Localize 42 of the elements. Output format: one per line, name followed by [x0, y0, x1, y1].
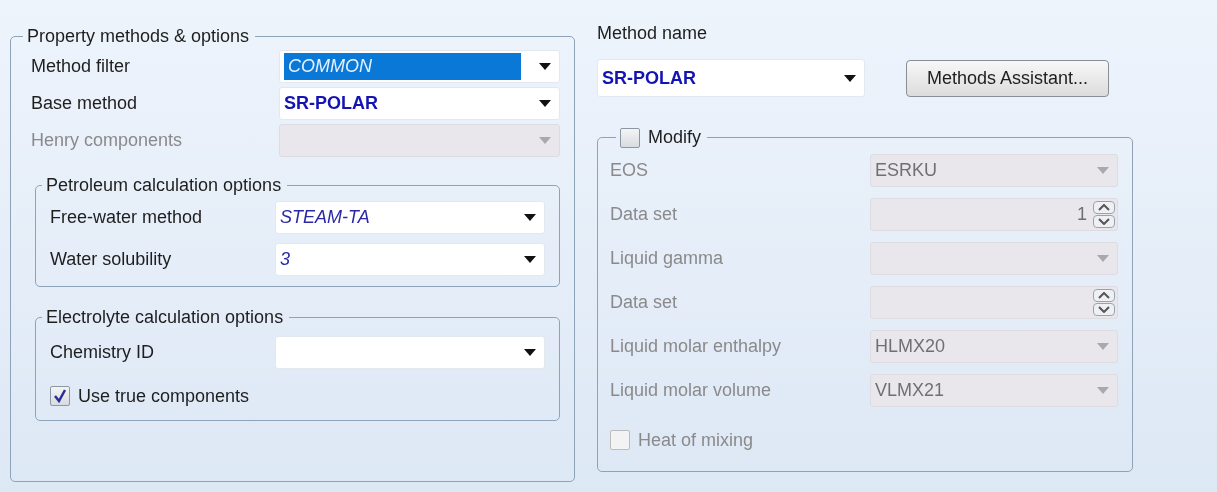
checkbox[interactable]	[50, 386, 70, 407]
caret-icon	[539, 99, 551, 107]
chevron-down-icon	[1098, 306, 1110, 314]
field-label: Base method	[31, 91, 139, 115]
checkbox-label: Modify	[648, 127, 701, 149]
caret-icon	[1097, 387, 1109, 395]
field-label: Chemistry ID	[50, 341, 155, 365]
chevron-down-icon	[1098, 218, 1110, 226]
field-label: Liquid molar enthalpy	[610, 335, 783, 359]
field-label: Data set	[610, 291, 679, 315]
chevron-up-icon	[1098, 204, 1110, 212]
caret-icon	[539, 62, 551, 70]
group-title: Petroleum calculation options	[45, 174, 283, 197]
dropdown[interactable]: COMMON	[279, 49, 560, 83]
dropdown[interactable]: SR-POLAR	[279, 86, 560, 120]
field-label: Liquid gamma	[610, 247, 725, 271]
methods-assistant-button[interactable]: Methods Assistant...	[906, 59, 1110, 97]
field-label: Free-water method	[50, 205, 204, 229]
field-label: Method name	[597, 22, 709, 45]
caret-icon	[524, 213, 536, 221]
caret-icon	[1097, 343, 1109, 351]
dropdown[interactable]: STEAM-TA	[275, 200, 545, 234]
caret-icon	[524, 255, 536, 263]
checkbox-label: Use true components	[78, 384, 250, 408]
field-label: Henry components	[31, 128, 184, 152]
caret-icon	[524, 349, 536, 357]
caret-icon	[1097, 255, 1109, 263]
group-title: Electrolyte calculation options	[45, 307, 285, 329]
chevron-up-icon	[1098, 292, 1110, 300]
field-label: Liquid molar volume	[610, 379, 773, 403]
field-label: EOS	[610, 159, 649, 183]
field-label: Data set	[610, 203, 679, 227]
caret-icon	[844, 74, 856, 82]
caret-icon	[1097, 167, 1109, 175]
caret-icon	[539, 136, 551, 144]
dropdown[interactable]: SR-POLAR	[597, 59, 865, 97]
field-label: Method filter	[31, 54, 132, 78]
checkbox-label: Heat of mixing	[638, 428, 754, 452]
checkbox[interactable]	[620, 127, 640, 148]
dropdown[interactable]: 3	[275, 242, 545, 276]
field-label: Water solubility	[50, 247, 173, 271]
group-title: Property methods & options	[26, 26, 251, 48]
